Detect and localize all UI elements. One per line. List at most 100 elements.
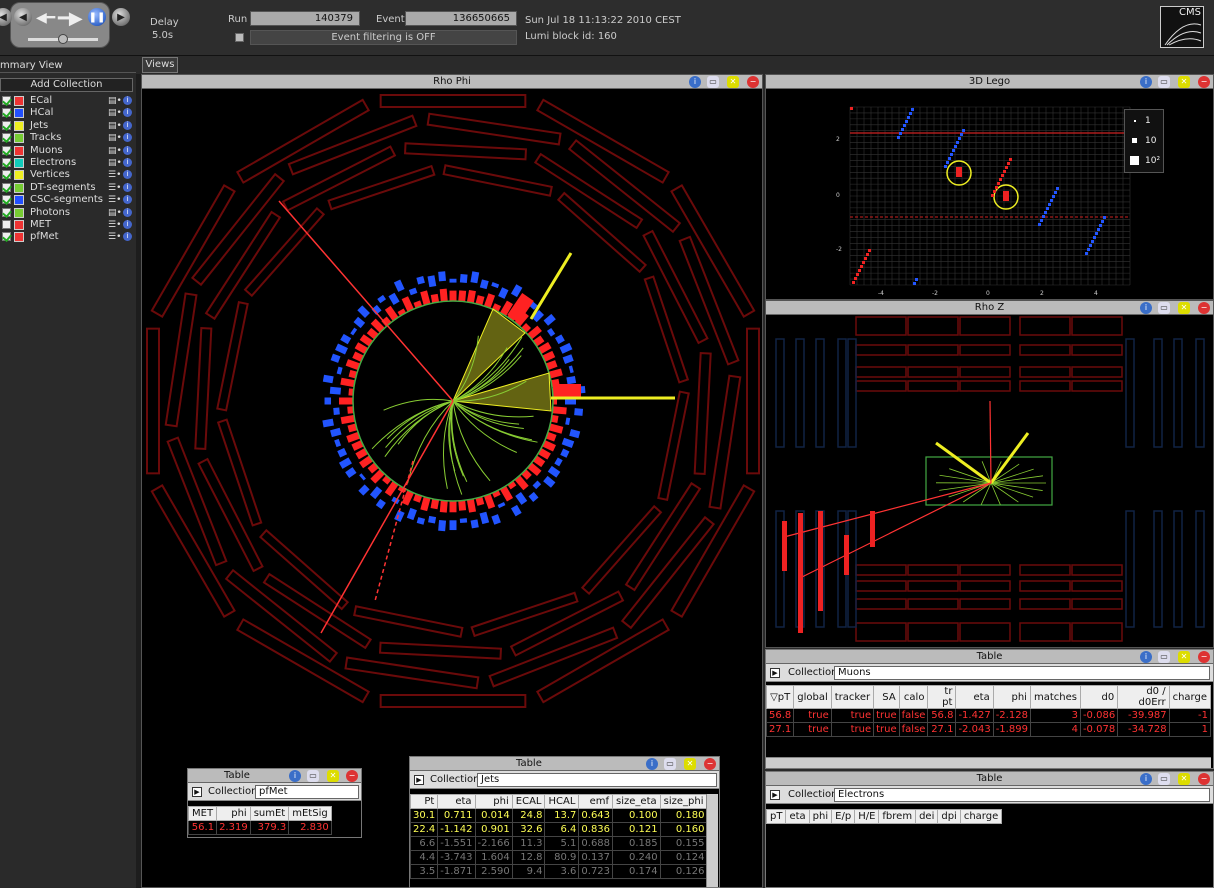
collection-item[interactable]: pfMet ☰• i [0,231,134,243]
column-header[interactable]: tracker [830,685,875,709]
collection-item[interactable]: Tracks ▤• i [0,132,134,144]
color-swatch[interactable] [14,96,24,106]
info-icon[interactable]: i [1140,76,1152,88]
column-header[interactable]: d0 / d0Err [1117,685,1170,709]
close-icon[interactable]: − [1198,773,1210,785]
collection-item[interactable]: DT-segments ☰• i [0,182,134,194]
horizontal-scrollbar[interactable] [766,757,1211,768]
column-header[interactable]: d0 [1079,685,1119,709]
column-header[interactable]: fbrem [878,809,917,824]
column-header[interactable]: ECAL [511,794,546,809]
info-icon[interactable]: i [289,770,301,782]
visibility-checkbox[interactable] [2,145,11,155]
next-arrow-icon[interactable]: ━▶ [58,8,83,29]
add-collection-button[interactable]: Add Collection [0,78,133,92]
filter-checkbox[interactable] [235,33,244,42]
collection-item[interactable]: ECal ▤• i [0,95,134,107]
undock-icon[interactable]: ▭ [1158,773,1170,785]
delay-slider-knob[interactable] [58,34,68,44]
info-icon[interactable]: i [123,170,132,180]
expand-icon[interactable]: ✕ [1178,773,1190,785]
filter-status[interactable]: Event filtering is OFF [250,30,517,45]
color-swatch[interactable] [14,158,24,168]
collection-select[interactable]: Electrons [834,788,1210,802]
column-header[interactable]: eta [955,685,994,709]
visibility-checkbox[interactable] [2,158,11,167]
info-icon[interactable]: i [123,207,132,217]
table-view-icon[interactable]: ▤• [108,107,122,119]
visibility-checkbox[interactable] [2,133,11,143]
table-view-icon[interactable]: ☰• [108,219,121,231]
table-row[interactable]: 3.5 -1.871 2.590 9.4 3.6 0.723 0.174 0.126 [409,864,708,879]
column-header[interactable]: dpi [937,809,961,824]
column-header[interactable]: dei [915,809,939,824]
collection-select[interactable]: Jets [477,773,717,787]
column-header[interactable]: eta [437,794,476,809]
column-header[interactable]: pT [765,809,787,824]
table-view-icon[interactable]: ▤• [108,132,122,144]
table-row[interactable]: 4.4 -3.743 1.604 12.8 80.9 0.137 0.240 0.124 [409,850,708,865]
table-view-icon[interactable]: ☰• [108,182,121,194]
expand-icon[interactable]: ✕ [1178,76,1190,88]
previous-event-icon[interactable]: ◀ [14,8,32,26]
column-header[interactable]: phi [808,809,833,824]
close-icon[interactable]: − [747,76,759,88]
expand-icon[interactable]: ✕ [1178,651,1190,663]
collection-item[interactable]: Jets ▤• i [0,120,134,132]
vertical-scrollbar[interactable] [706,794,718,887]
table-view-icon[interactable]: ▤• [108,95,122,107]
column-header[interactable]: size_phi [659,794,708,809]
expand-icon[interactable]: ✕ [727,76,739,88]
column-header[interactable]: mEtSig [288,806,332,821]
rho-z-canvas[interactable] [766,315,1213,647]
expand-arrow-icon[interactable]: ▶ [770,668,780,678]
visibility-checkbox[interactable] [2,195,11,205]
color-swatch[interactable] [14,232,24,243]
column-header[interactable]: eta [785,809,810,824]
collection-item[interactable]: Electrons ▤• i [0,157,134,169]
table-row[interactable]: 30.1 0.711 0.014 24.8 13.7 0.643 0.100 0.180 [409,808,708,823]
undock-icon[interactable]: ▭ [1158,651,1170,663]
column-header[interactable]: phi [474,794,513,809]
column-header[interactable]: phi [992,685,1031,709]
tab-summary[interactable]: mmary View [0,58,136,73]
color-swatch[interactable] [14,220,24,230]
column-header[interactable]: size_eta [612,794,661,809]
expand-icon[interactable]: ✕ [1178,302,1190,314]
visibility-checkbox[interactable] [2,220,11,229]
close-icon[interactable]: − [1198,651,1210,663]
info-icon[interactable]: i [123,195,132,205]
collection-item[interactable]: Muons ▤• i [0,145,134,157]
expand-arrow-icon[interactable]: ▶ [414,775,424,785]
column-header[interactable]: E/p [831,809,856,824]
undock-icon[interactable]: ▭ [307,770,319,782]
info-icon[interactable]: i [123,182,132,192]
info-icon[interactable]: i [123,145,132,155]
run-field[interactable]: 140379 [250,11,360,26]
close-icon[interactable]: − [346,770,358,782]
color-swatch[interactable] [14,133,24,144]
last-event-icon[interactable]: ▶ [112,8,130,26]
visibility-checkbox[interactable] [2,96,11,105]
table-view-icon[interactable]: ▤• [108,120,122,132]
undock-icon[interactable]: ▭ [1158,76,1170,88]
column-header[interactable]: tr pt [927,685,957,709]
info-icon[interactable]: i [646,758,658,770]
prev-arrow-icon[interactable]: ◀━ [36,10,55,26]
column-header[interactable]: phi [216,806,251,821]
column-header[interactable]: charge [1168,685,1211,709]
table-row[interactable]: 27.1 true true true false 27.1 -2.043 -1.899 4 -0… [766,722,1211,737]
visibility-checkbox[interactable] [2,207,11,217]
info-icon[interactable]: i [123,232,132,242]
visibility-checkbox[interactable] [2,108,11,118]
collection-select[interactable]: pfMet [255,785,359,799]
visibility-checkbox[interactable] [2,170,11,180]
column-header[interactable]: calo [898,685,929,709]
expand-arrow-icon[interactable]: ▶ [192,787,202,797]
table-row[interactable]: 6.6 -1.551 -2.166 11.3 5.1 0.688 0.185 0.155 [409,836,708,851]
undock-icon[interactable]: ▭ [707,76,719,88]
table-view-icon[interactable]: ☰• [108,194,121,206]
expand-icon[interactable]: ✕ [327,770,339,782]
info-icon[interactable]: i [123,158,132,167]
lego-view[interactable]: 3D Lego i ▭ ✕ − 2 0 -2 -4 -2 0 2 4 1 10 10² [765,74,1214,300]
